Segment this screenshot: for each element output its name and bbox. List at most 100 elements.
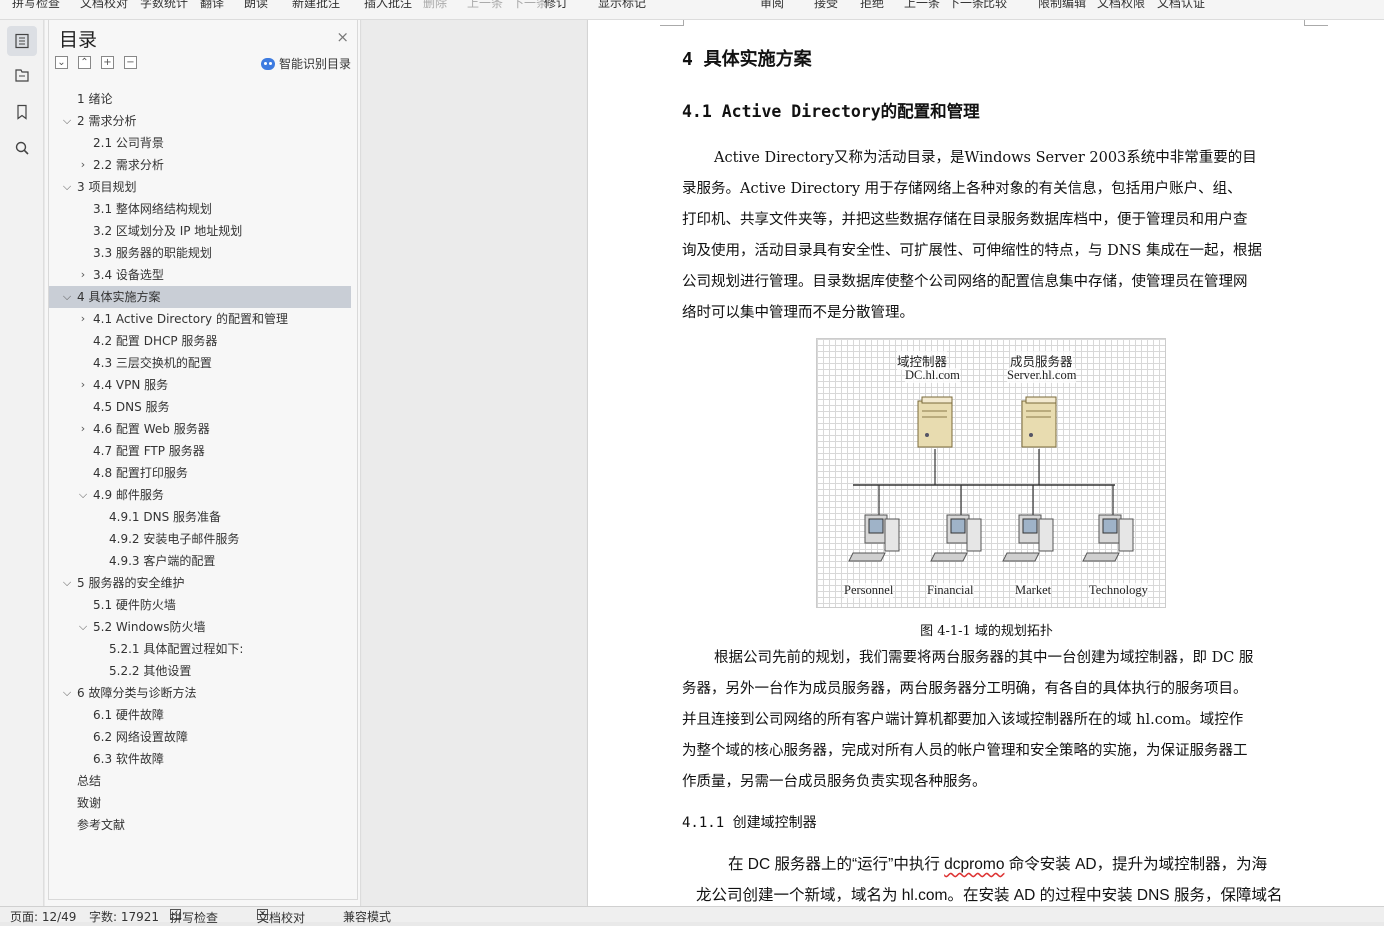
robot-icon [260, 57, 275, 70]
ribbon-item[interactable]: 字数统计 [140, 0, 188, 11]
page-gutter [362, 20, 586, 906]
ribbon-item[interactable]: 文档权限 [1097, 0, 1145, 11]
toc-item[interactable]: 6.3 软件故障 [49, 748, 359, 770]
chevron-down-icon[interactable]: ⌵ [61, 682, 73, 704]
ribbon-item[interactable]: 上一条 [904, 0, 940, 11]
toc-item-label: 3.1 整体网络结构规划 [93, 202, 212, 216]
toc-item[interactable]: ⌵ 3 项目规划 [49, 176, 359, 198]
toc-item[interactable]: 总结 [49, 770, 359, 792]
toc-item-label: 1 绪论 [77, 92, 113, 106]
chevron-right-icon[interactable]: › [77, 308, 89, 330]
server-icon [917, 396, 953, 448]
toc-item[interactable]: 4.7 配置 FTP 服务器 [49, 440, 359, 462]
outline-icon[interactable] [7, 60, 37, 90]
ribbon-item[interactable]: 拒绝 [860, 0, 884, 11]
ribbon-item[interactable]: 上一条 [467, 0, 503, 11]
toc-item[interactable]: › 4.1 Active Directory 的配置和管理 [49, 308, 359, 330]
toc-item[interactable]: ⌵ 5 服务器的安全维护 [49, 572, 359, 594]
ribbon-item[interactable]: 修订 [544, 0, 568, 11]
navigation-rail [0, 20, 44, 906]
chevron-down-icon[interactable]: ⌵ [61, 286, 73, 308]
chevron-down-icon[interactable]: ⌵ [61, 176, 73, 198]
smart-toc-button[interactable]: 智能识别目录 [260, 55, 351, 72]
toc-item[interactable]: 参考文献 [49, 814, 359, 836]
ribbon-item[interactable]: 朗读 [244, 0, 268, 11]
ribbon-item[interactable]: 文档认证 [1157, 0, 1205, 11]
toc-item[interactable]: 3.1 整体网络结构规划 [49, 198, 359, 220]
toc-item[interactable]: › 4.6 配置 Web 服务器 [49, 418, 359, 440]
toc-item[interactable]: ⌵ 2 需求分析 [49, 110, 359, 132]
ribbon-item[interactable]: 文档校对 [80, 0, 128, 11]
toc-item-label: 4.2 配置 DHCP 服务器 [93, 334, 218, 348]
search-icon[interactable] [7, 133, 37, 163]
heading-3: 4.1.1 创建域控制器 [682, 815, 817, 831]
chevron-down-icon[interactable]: ⌵ [77, 484, 89, 506]
toc-item[interactable]: 4.9.2 安装电子邮件服务 [49, 528, 359, 550]
paragraph-line: 根据公司先前的规划，我们需要将两台服务器的其中一台创建为域控制器，即 DC 服 [714, 650, 1254, 666]
toc-item[interactable]: 4.8 配置打印服务 [49, 462, 359, 484]
toc-item[interactable]: 6.2 网络设置故障 [49, 726, 359, 748]
toc-item[interactable]: › 4.4 VPN 服务 [49, 374, 359, 396]
bookmark-icon[interactable] [7, 97, 37, 127]
chevron-right-icon[interactable]: › [77, 154, 89, 176]
chevron-right-icon[interactable]: › [77, 374, 89, 396]
client-label: Technology [1089, 583, 1148, 598]
toc-item[interactable]: 2.1 公司背景 [49, 132, 359, 154]
collapse-all-icon[interactable]: ⌄ [55, 56, 68, 69]
ribbon-item[interactable]: 比较 [983, 0, 1007, 11]
toc-item-label: 3.2 区域划分及 IP 地址规划 [93, 224, 243, 238]
chevron-right-icon[interactable]: › [77, 418, 89, 440]
ribbon-item[interactable]: 下一条 [948, 0, 984, 11]
client-label: Personnel [844, 583, 894, 598]
word-count[interactable]: 字数: 17921 [89, 908, 159, 925]
paragraph-line: 络时可以集中管理而不是分散管理。 [682, 305, 914, 321]
toc-item[interactable]: › 2.2 需求分析 [49, 154, 359, 176]
remove-heading-icon[interactable]: − [124, 56, 137, 69]
toc-item[interactable]: 3.3 服务器的职能规划 [49, 242, 359, 264]
ribbon-item[interactable]: 插入批注 [364, 0, 412, 11]
ribbon-item[interactable]: 接受 [814, 0, 838, 11]
toc-item[interactable]: 5.1 硬件防火墙 [49, 594, 359, 616]
chevron-down-icon[interactable]: ⌵ [77, 616, 89, 638]
toc-item[interactable]: 4.2 配置 DHCP 服务器 [49, 330, 359, 352]
toc-item-label: 4.9.1 DNS 服务准备 [109, 510, 221, 524]
toc-item[interactable]: ⌵ 5.2 Windows防火墙 [49, 616, 359, 638]
ribbon-item[interactable]: 显示标记 [598, 0, 646, 11]
chevron-down-icon[interactable]: ⌵ [61, 110, 73, 132]
toc-item[interactable]: 4.3 三层交换机的配置 [49, 352, 359, 374]
page-indicator[interactable]: 页面: 12/49 [10, 908, 76, 925]
ribbon-item[interactable]: 翻译 [200, 0, 224, 11]
toc-item[interactable]: 4.9.3 客户端的配置 [49, 550, 359, 572]
paragraph-line: 询及使用，活动目录具有安全性、可扩展性、可伸缩性的特点，与 DNS 集成在一起，… [682, 243, 1262, 259]
toc-item-label: 4.4 VPN 服务 [93, 378, 169, 392]
toc-item[interactable]: 1 绪论 [49, 88, 359, 110]
toc-item[interactable]: 4.5 DNS 服务 [49, 396, 359, 418]
page-corner-mark [1304, 20, 1328, 26]
add-heading-icon[interactable]: + [101, 56, 114, 69]
toc-item[interactable]: 5.2.2 其他设置 [49, 660, 359, 682]
expand-up-icon[interactable]: ⌃ [78, 56, 91, 69]
ribbon-item[interactable]: 拼写检查 [12, 0, 60, 11]
toc-item[interactable]: 致谢 [49, 792, 359, 814]
toc-item[interactable]: 6.1 硬件故障 [49, 704, 359, 726]
close-icon[interactable]: × [336, 28, 349, 46]
toc-item[interactable]: 5.2.1 具体配置过程如下: [49, 638, 359, 660]
chevron-right-icon[interactable]: › [77, 264, 89, 286]
document-page[interactable]: 4 具体实施方案 4.1 Active Directory的配置和管理 Acti… [587, 20, 1384, 906]
toc-icon[interactable] [7, 26, 37, 56]
ribbon-item[interactable]: 限制编辑 [1038, 0, 1086, 11]
toc-item[interactable]: ⌵ 6 故障分类与诊断方法 [49, 682, 359, 704]
ribbon-item[interactable]: 审阅 [760, 0, 784, 11]
toc-item[interactable]: ⌵ 4 具体实施方案 [49, 286, 351, 308]
chevron-down-icon[interactable]: ⌵ [61, 572, 73, 594]
ribbon-item[interactable]: 删除 [423, 0, 447, 11]
toc-item[interactable]: 4.9.1 DNS 服务准备 [49, 506, 359, 528]
topology-figure: 域控制器 DC.hl.com 成员服务器 Server.hl.com Perso… [816, 338, 1166, 608]
ribbon-item[interactable]: 下一条 [512, 0, 548, 11]
toc-item[interactable]: 3.2 区域划分及 IP 地址规划 [49, 220, 359, 242]
toc-item[interactable]: ⌵ 4.9 邮件服务 [49, 484, 359, 506]
ribbon-item[interactable]: 新建批注 [292, 0, 340, 11]
toc-item[interactable]: › 3.4 设备选型 [49, 264, 359, 286]
toc-item-label: 4.7 配置 FTP 服务器 [93, 444, 205, 458]
status-bar: 页面: 12/49 字数: 17921 ✓ 拼写检查 × 文档校对 兼容模式 [0, 906, 1384, 925]
